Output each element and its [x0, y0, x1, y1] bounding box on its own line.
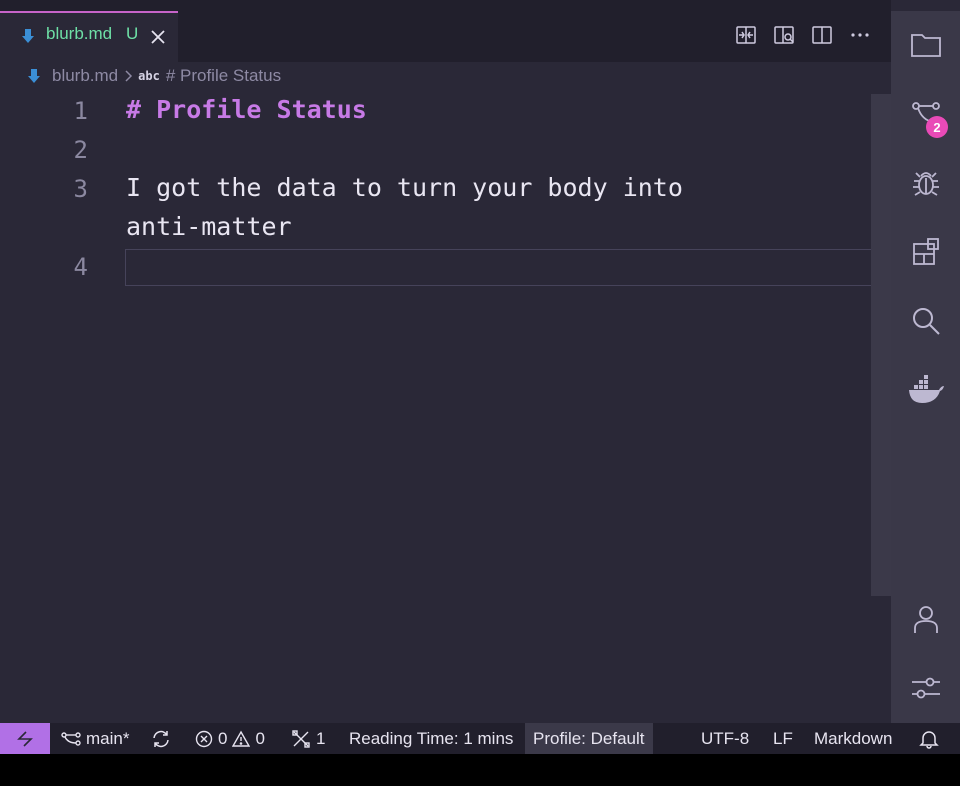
warning-count: 0 — [255, 728, 265, 748]
editor-actions — [735, 24, 871, 46]
line-number: 3 — [73, 175, 88, 203]
tools-icon — [292, 729, 310, 748]
markdown-file-icon — [22, 29, 34, 43]
preview-side-icon[interactable] — [773, 24, 795, 46]
git-branch-icon — [61, 731, 81, 746]
line-number: 2 — [73, 136, 88, 164]
code-line-3[interactable]: I got the data to turn your body into — [126, 173, 683, 202]
source-control-icon[interactable] — [891, 89, 960, 139]
eol-selector[interactable]: LF — [773, 723, 793, 754]
search-icon[interactable] — [891, 296, 960, 346]
tab-bar: blurb.md U — [0, 0, 891, 62]
code-line-1[interactable]: # Profile Status — [126, 95, 367, 124]
folder-icon[interactable] — [891, 20, 960, 70]
current-line-highlight — [125, 249, 890, 286]
source-control-badge: 2 — [926, 116, 948, 138]
line-number: 1 — [73, 97, 88, 125]
tab-git-status: U — [126, 24, 139, 43]
branch-item[interactable]: main* — [61, 723, 129, 754]
open-changes-icon[interactable] — [735, 24, 757, 46]
chevron-right-icon — [124, 69, 134, 83]
vscode-window: blurb.md U blurb.md abc # Profile Status… — [0, 0, 960, 754]
tab-blurb-md[interactable]: blurb.md U — [0, 11, 178, 62]
markdown-file-icon — [28, 69, 40, 83]
problems-item[interactable]: 0 0 — [195, 723, 265, 754]
language-mode[interactable]: Markdown — [814, 723, 892, 754]
extensions-icon[interactable] — [891, 227, 960, 277]
profile-indicator[interactable]: Profile: Default — [525, 723, 653, 754]
sync-icon[interactable] — [151, 723, 171, 754]
warning-icon — [232, 730, 251, 747]
encoding-selector[interactable]: UTF-8 — [701, 723, 749, 754]
branch-name: main* — [86, 728, 130, 748]
line-number: 4 — [73, 253, 88, 281]
close-icon[interactable] — [150, 29, 166, 45]
tools-count: 1 — [316, 728, 326, 748]
settings-icon[interactable] — [891, 663, 960, 713]
more-actions-icon[interactable] — [849, 24, 871, 46]
activity-bar — [891, 11, 960, 723]
vertical-scrollbar[interactable] — [871, 94, 891, 596]
error-icon — [195, 730, 213, 747]
notifications-bell-icon[interactable] — [919, 723, 939, 754]
tab-filename: blurb.md — [46, 24, 113, 43]
breadcrumb-symbol[interactable]: # Profile Status — [166, 66, 281, 86]
breadcrumb-file[interactable]: blurb.md — [52, 66, 118, 86]
code-line-3-wrap[interactable]: anti-matter — [126, 212, 292, 241]
error-count: 0 — [218, 728, 228, 748]
remote-icon — [17, 730, 33, 747]
breadcrumb: blurb.md abc # Profile Status — [26, 64, 281, 88]
account-icon[interactable] — [891, 594, 960, 644]
string-symbol-icon: abc — [138, 69, 160, 83]
tools-item[interactable]: 1 — [291, 723, 325, 754]
split-editor-icon[interactable] — [811, 24, 833, 46]
docker-icon[interactable] — [891, 365, 960, 415]
reading-time[interactable]: Reading Time: 1 mins — [349, 723, 513, 754]
status-bar: main* 0 0 1 Reading Time: 1 mins Profile… — [0, 723, 960, 754]
remote-indicator[interactable] — [0, 723, 50, 754]
debug-icon[interactable] — [891, 158, 960, 208]
